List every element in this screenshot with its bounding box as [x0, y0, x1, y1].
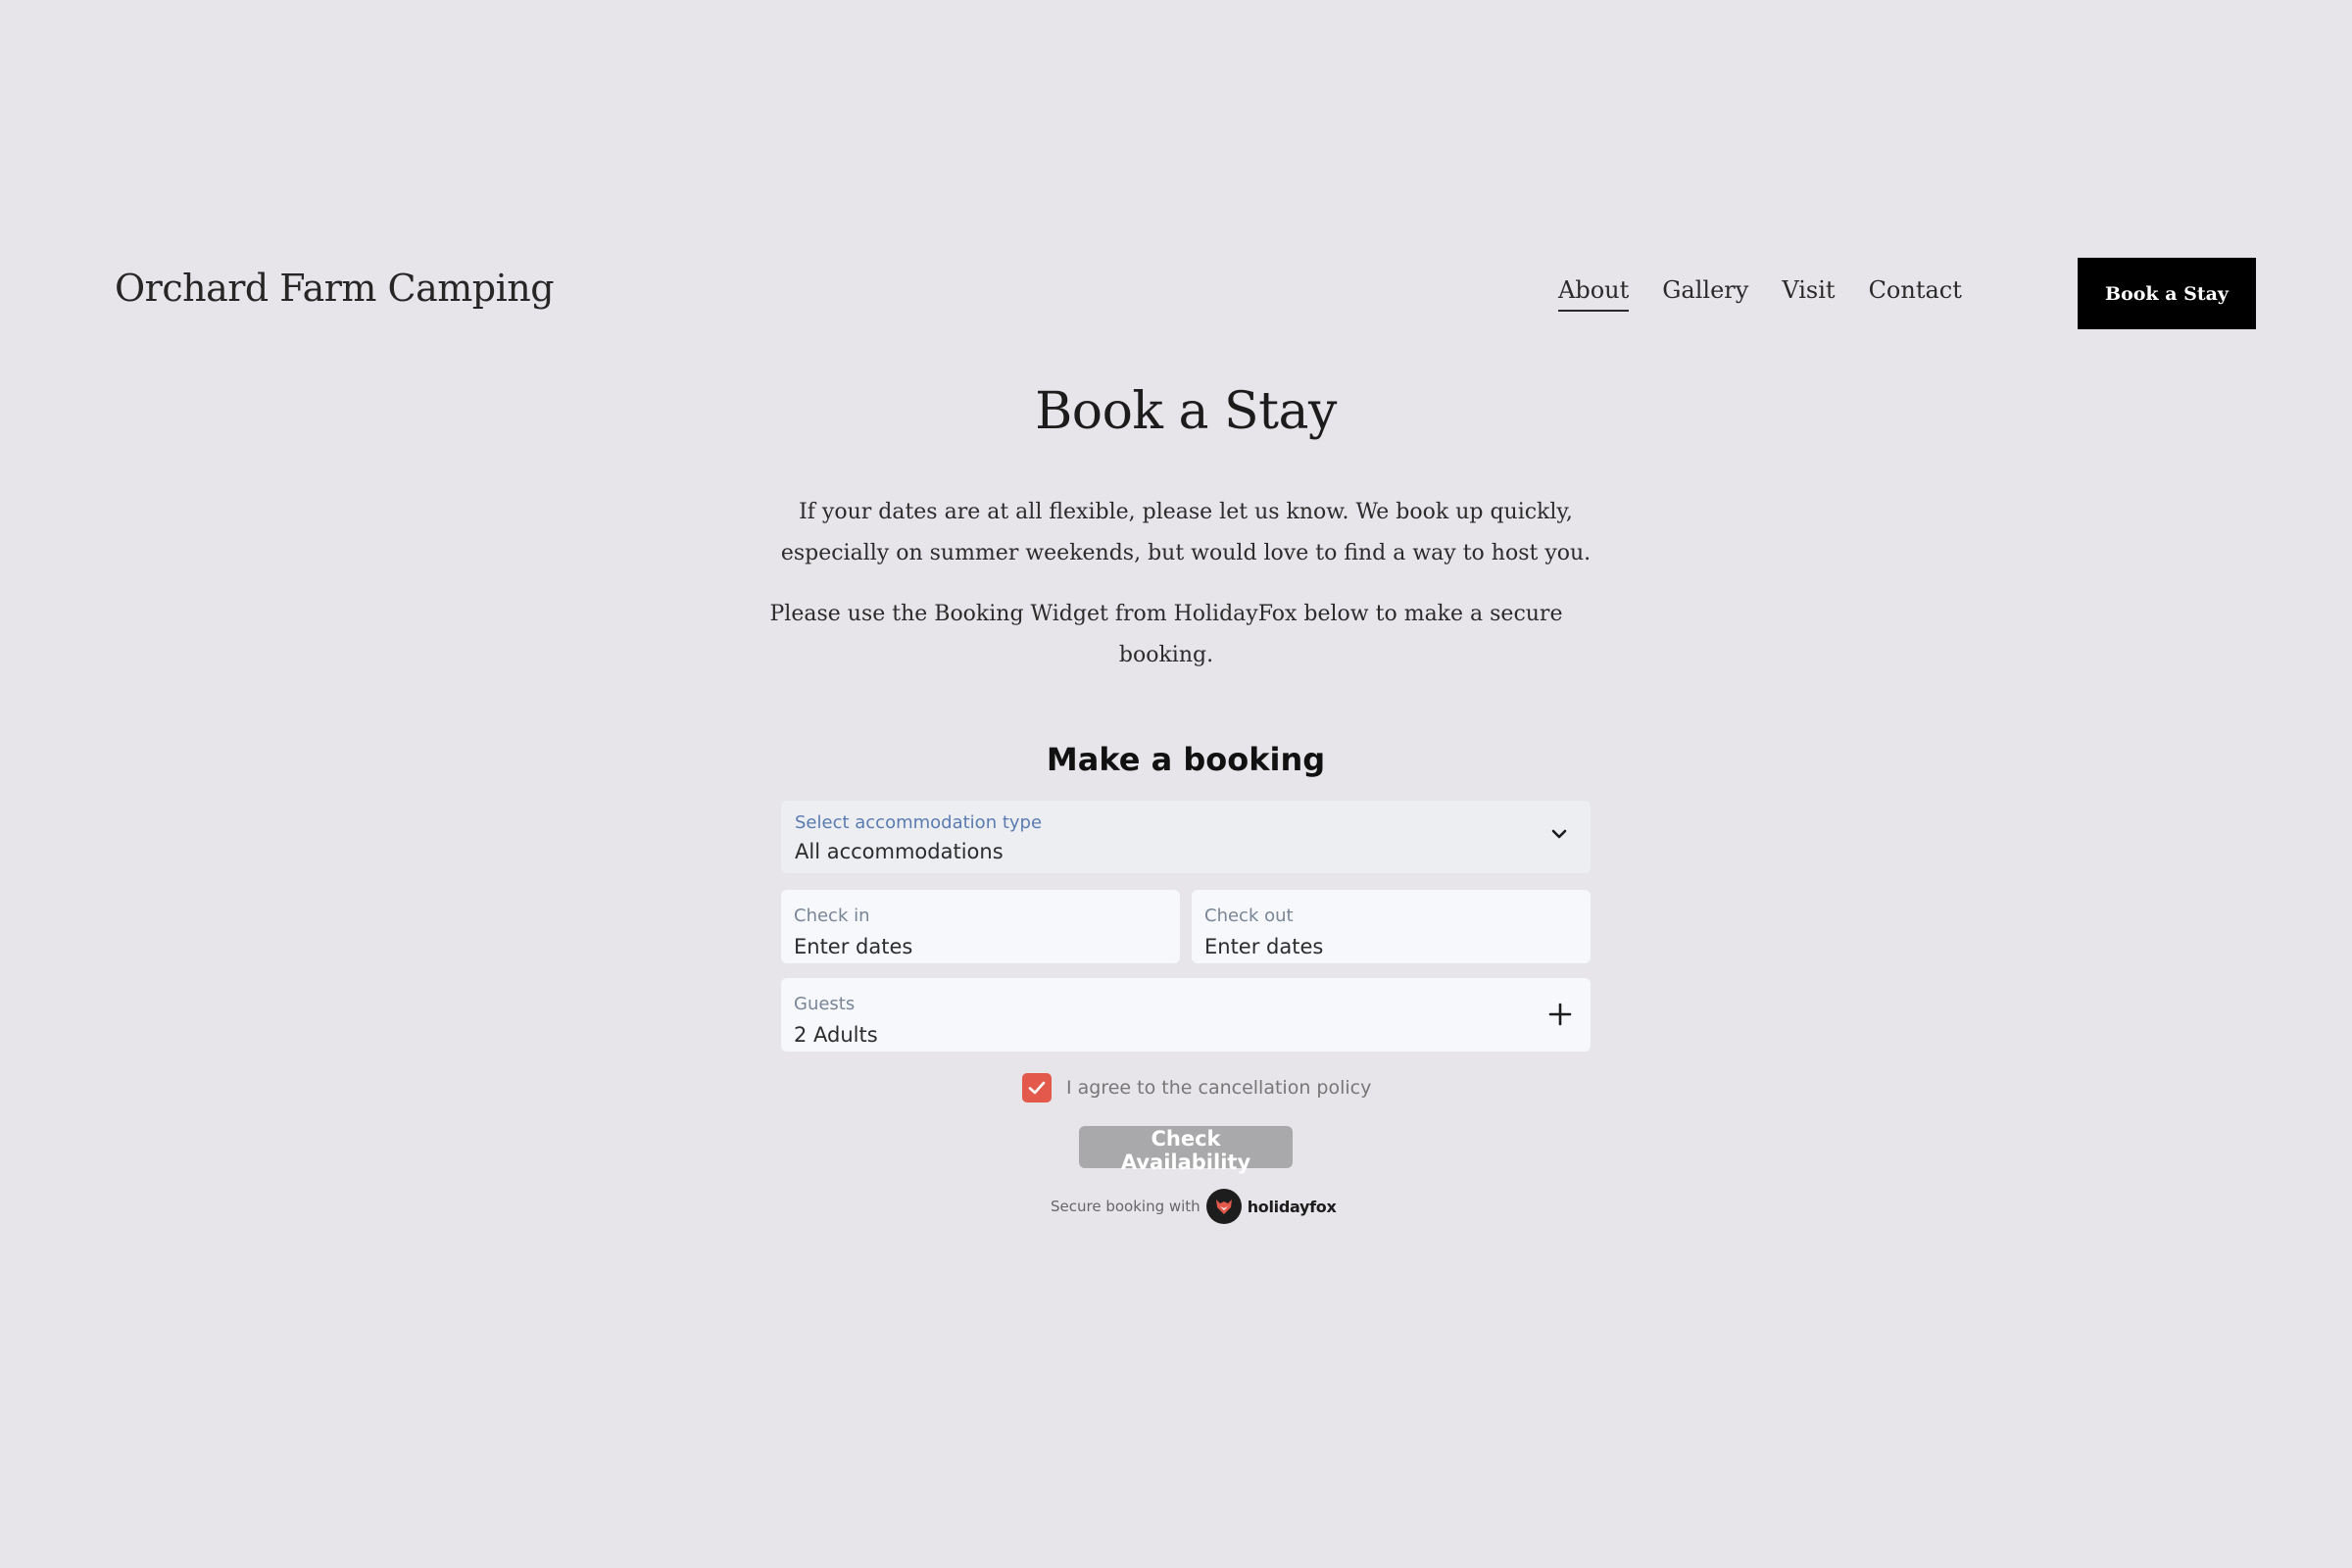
secure-booking-text: Secure booking with — [1051, 1198, 1200, 1215]
site-title[interactable]: Orchard Farm Camping — [115, 267, 555, 310]
check-out-value: Enter dates — [1204, 935, 1324, 958]
check-in-field[interactable]: Check in Enter dates — [781, 890, 1180, 963]
chevron-down-icon — [1551, 829, 1567, 839]
holidayfox-brand[interactable]: holidayfox — [1248, 1198, 1337, 1216]
nav-contact[interactable]: Contact — [1869, 276, 1962, 312]
cancellation-agreement: I agree to the cancellation policy — [1022, 1073, 1371, 1102]
nav-gallery[interactable]: Gallery — [1662, 276, 1748, 312]
intro-paragraph-widget: Please use the Booking Widget from Holid… — [769, 602, 1563, 667]
check-out-field[interactable]: Check out Enter dates — [1192, 890, 1591, 963]
booking-widget-title: Make a booking — [1046, 741, 1326, 778]
check-in-value: Enter dates — [794, 935, 913, 958]
nav-about[interactable]: About — [1558, 276, 1630, 312]
guests-field[interactable]: Guests 2 Adults — [781, 978, 1591, 1052]
book-a-stay-button[interactable]: Book a Stay — [2078, 258, 2256, 329]
checkmark-icon — [1028, 1081, 1046, 1095]
check-out-label: Check out — [1204, 906, 1294, 926]
plus-icon[interactable] — [1545, 1000, 1575, 1029]
check-in-label: Check in — [794, 906, 870, 926]
main-nav: About Gallery Visit Contact — [1558, 276, 1962, 312]
page-title: Book a Stay — [1035, 382, 1337, 441]
accommodation-select[interactable]: Select accommodation type All accommodat… — [781, 801, 1591, 873]
agree-label: I agree to the cancellation policy — [1066, 1077, 1372, 1099]
guests-value: 2 Adults — [794, 1023, 878, 1047]
check-availability-button[interactable]: Check Availability — [1079, 1126, 1293, 1174]
agree-checkbox[interactable] — [1022, 1073, 1052, 1102]
guests-label: Guests — [794, 994, 856, 1014]
intro-paragraph-flexible: If your dates are at all flexible, pleas… — [780, 500, 1592, 565]
secure-booking-footer: Secure booking with holidayfox — [1051, 1189, 1337, 1224]
accommodation-value: All accommodations — [795, 840, 1004, 863]
accommodation-label: Select accommodation type — [795, 812, 1043, 833]
holidayfox-logo-icon — [1205, 1189, 1242, 1224]
nav-visit[interactable]: Visit — [1782, 276, 1835, 312]
